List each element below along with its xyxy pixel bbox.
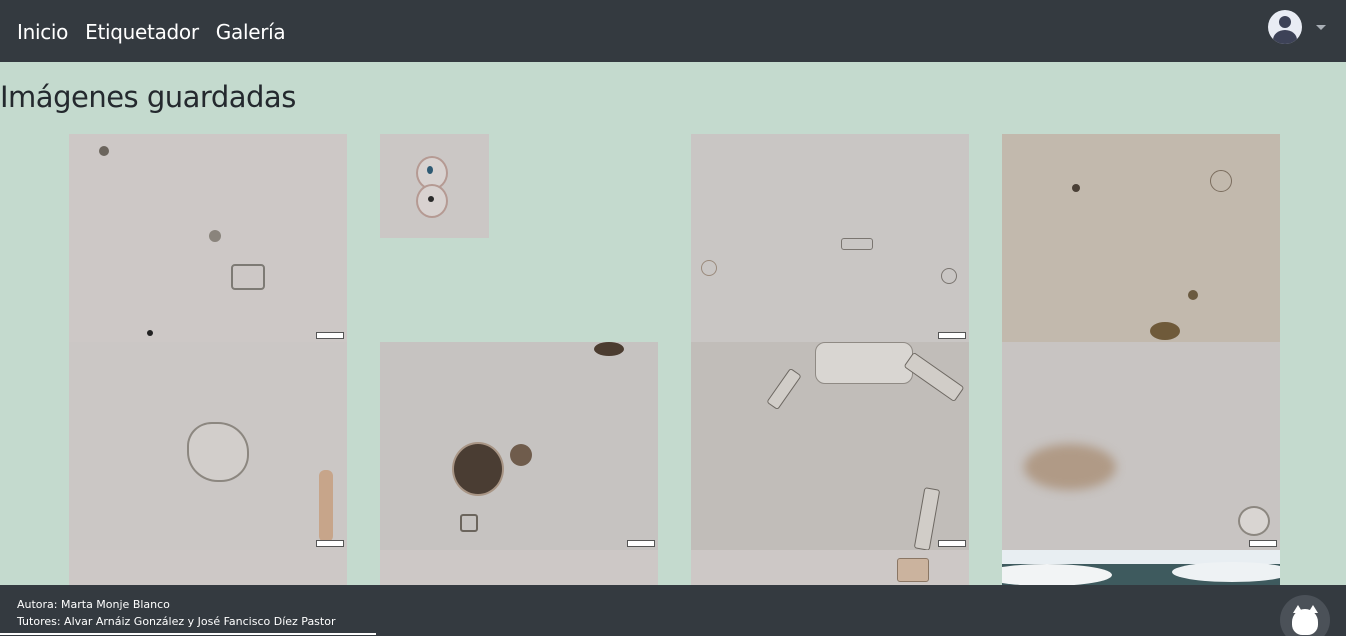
gallery-image[interactable] <box>1002 342 1280 550</box>
gallery-image[interactable] <box>69 550 347 585</box>
gallery-image[interactable] <box>380 342 658 550</box>
particle <box>941 268 957 284</box>
scale-bar <box>627 540 655 547</box>
cell <box>1210 170 1232 192</box>
gallery-image[interactable] <box>1002 550 1280 585</box>
particle <box>231 264 265 290</box>
cell <box>1150 322 1180 340</box>
image-gallery <box>0 0 1346 636</box>
cell <box>452 442 504 496</box>
crystal <box>187 422 249 482</box>
crystal <box>897 558 929 582</box>
crystal <box>913 487 941 550</box>
scale-bar <box>1249 540 1277 547</box>
particle <box>209 230 221 242</box>
gallery-image[interactable] <box>691 550 969 585</box>
particle <box>460 514 478 532</box>
crystal <box>319 470 333 542</box>
footer-author: Autora: Marta Monje Blanco <box>17 598 170 611</box>
gallery-image[interactable] <box>380 134 489 238</box>
gallery-image[interactable] <box>69 342 347 550</box>
landscape-cloud <box>1172 562 1280 582</box>
cell <box>594 342 624 356</box>
blurred-cell <box>1024 444 1116 490</box>
particle <box>99 146 109 156</box>
gallery-image[interactable] <box>69 134 347 342</box>
particle <box>147 330 153 336</box>
cell <box>1072 184 1080 192</box>
crystal <box>815 342 913 384</box>
crystal <box>766 367 802 411</box>
footer-divider <box>0 633 376 635</box>
cell <box>1238 506 1270 536</box>
footer-tutors: Tutores: Alvar Arnáiz González y José Fa… <box>17 615 336 628</box>
nucleus <box>428 196 434 202</box>
scale-bar <box>938 332 966 339</box>
github-cat <box>1292 609 1318 635</box>
particle <box>701 260 717 276</box>
gallery-image[interactable] <box>691 134 969 342</box>
nucleus <box>427 166 433 174</box>
scale-bar <box>316 332 344 339</box>
gallery-image[interactable] <box>380 550 658 585</box>
gallery-image[interactable] <box>1002 134 1280 342</box>
landscape-cloud <box>1002 564 1112 585</box>
cell <box>1188 290 1198 300</box>
particle <box>841 238 873 250</box>
scale-bar <box>316 540 344 547</box>
scale-bar <box>938 540 966 547</box>
crystal <box>903 351 965 403</box>
cell <box>510 444 532 466</box>
footer: Autora: Marta Monje Blanco Tutores: Alva… <box>0 585 1346 636</box>
github-icon[interactable] <box>1280 595 1330 636</box>
gallery-image[interactable] <box>691 342 969 550</box>
